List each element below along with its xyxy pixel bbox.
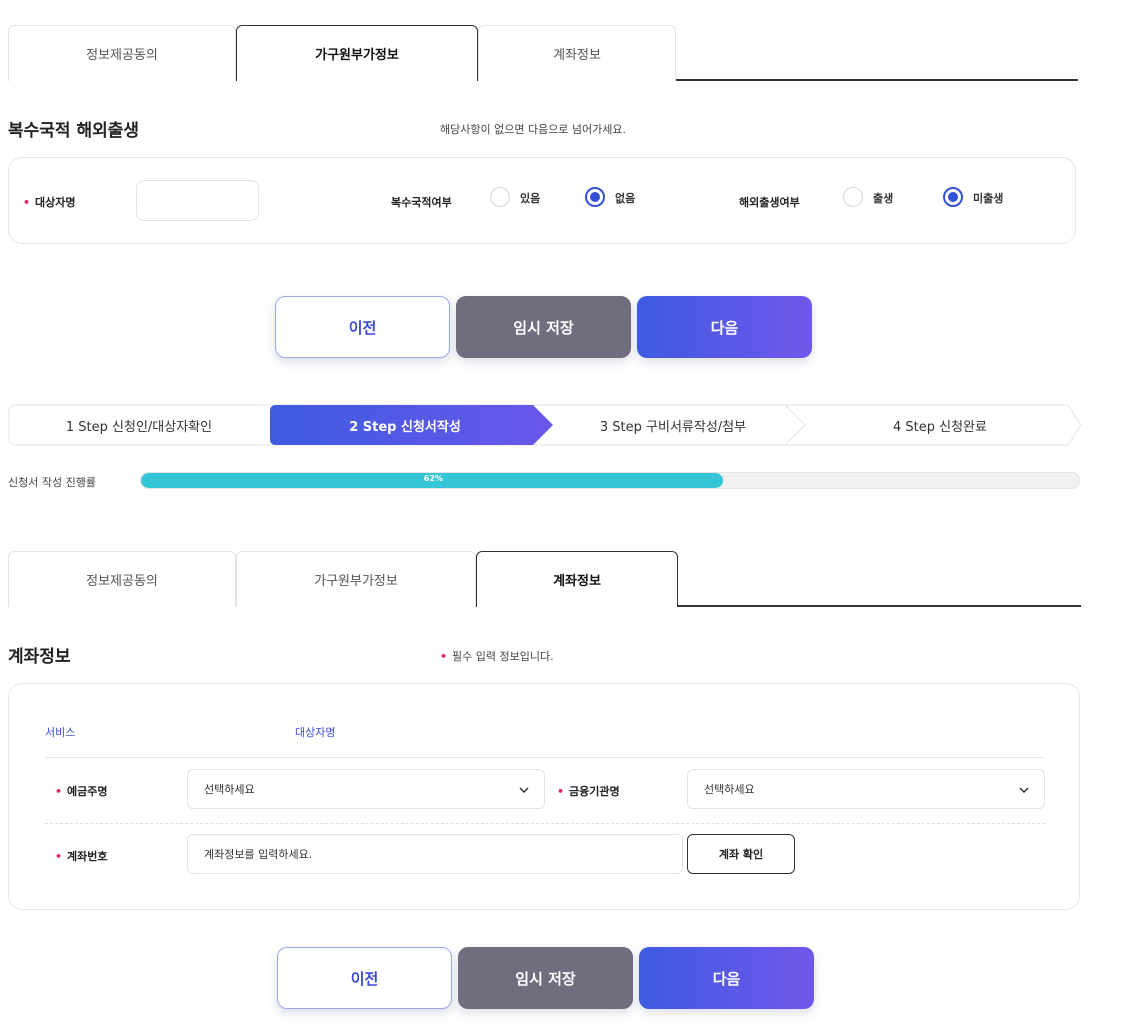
step-indicator: 1 Step 신청인/대상자확인 2 Step 신청서작성 3 Step 구비서… xyxy=(8,404,1082,446)
tab-label: 정보제공동의 xyxy=(86,574,158,589)
radio-multi-no[interactable] xyxy=(585,187,605,207)
prev-button[interactable]: 이전 xyxy=(277,947,452,1009)
required-dot-icon: • xyxy=(557,785,565,798)
radio-birth-not-born[interactable] xyxy=(943,187,963,207)
account-number-input[interactable]: 계좌정보를 입력하세요. xyxy=(187,834,683,874)
section-title-multi: 복수국적 해외출생 xyxy=(8,121,140,141)
tab-label: 가구원부가정보 xyxy=(314,574,398,589)
depositor-select[interactable]: 선택하세요 xyxy=(187,769,545,809)
next-button[interactable]: 다음 xyxy=(637,296,812,358)
target-name-label: • 대상자명 xyxy=(23,196,76,209)
tab-label: 가구원부가정보 xyxy=(315,48,399,63)
tab-household-info[interactable]: 가구원부가정보 xyxy=(236,25,478,83)
tab-consent[interactable]: 정보제공동의 xyxy=(8,25,236,81)
radio-label-multi-no: 없음 xyxy=(615,192,636,205)
next-button[interactable]: 다음 xyxy=(639,947,814,1009)
tab-label: 계좌정보 xyxy=(553,48,601,63)
divider xyxy=(45,757,1045,758)
progress-label: 신청서 작성 진행률 xyxy=(8,476,96,489)
step-4: 4 Step 신청완료 xyxy=(893,419,987,435)
chevron-down-icon xyxy=(1019,787,1029,794)
step-3: 3 Step 구비서류작성/첨부 xyxy=(599,419,747,435)
radio-label-multi-yes: 있음 xyxy=(520,192,541,205)
tabs-bottom: 정보제공동의 가구원부가정보 계좌정보 xyxy=(8,551,1081,609)
radio-label-birth-born: 출생 xyxy=(873,192,894,205)
radio-birth-born[interactable] xyxy=(843,187,863,207)
radio-multi-yes[interactable] xyxy=(490,187,510,207)
section-note-multi: 해당사항이 없으면 다음으로 넘어가세요. xyxy=(440,123,627,136)
account-number-label: • 계좌번호 xyxy=(55,850,108,863)
target-name-input[interactable] xyxy=(136,180,259,221)
temp-save-button[interactable]: 임시 저장 xyxy=(456,296,631,358)
overseas-birth-label: 해외출생여부 xyxy=(739,196,800,209)
tab-label: 계좌정보 xyxy=(553,574,601,589)
multi-nationality-card: • 대상자명 복수국적여부 있음 없음 해외출생여부 출생 미출생 xyxy=(8,157,1076,244)
temp-save-button[interactable]: 임시 저장 xyxy=(458,947,633,1009)
required-dot-icon: • xyxy=(55,785,63,798)
section-title-account: 계좌정보 xyxy=(8,647,71,667)
tab-label: 정보제공동의 xyxy=(86,48,158,63)
progress-value: 62% xyxy=(423,474,443,483)
tab-consent[interactable]: 정보제공동의 xyxy=(8,551,236,607)
required-dot-icon: • xyxy=(23,196,31,209)
radio-label-birth-not-born: 미출생 xyxy=(973,192,1004,205)
tab-account-info[interactable]: 계좌정보 xyxy=(478,25,676,81)
required-dot-icon: • xyxy=(440,650,448,663)
tab-household-info[interactable]: 가구원부가정보 xyxy=(236,551,476,607)
tabs-top: 정보제공동의 가구원부가정보 계좌정보 xyxy=(8,25,1078,83)
account-confirm-button[interactable]: 계좌 확인 xyxy=(687,834,795,874)
required-dot-icon: • xyxy=(55,850,63,863)
multi-nationality-label: 복수국적여부 xyxy=(391,196,452,209)
chevron-down-icon xyxy=(519,787,529,794)
tab-account-info[interactable]: 계좌정보 xyxy=(476,551,678,609)
bank-label: • 금융기관명 xyxy=(557,785,620,798)
divider-dashed xyxy=(45,823,1045,824)
column-service: 서비스 xyxy=(45,726,76,739)
depositor-label: • 예금주명 xyxy=(55,785,108,798)
section-note-account: • 필수 입력 정보입니다. xyxy=(440,650,554,663)
step-2-active: 2 Step 신청서작성 xyxy=(349,419,461,435)
bank-select[interactable]: 선택하세요 xyxy=(687,769,1045,809)
step-1: 1 Step 신청인/대상자확인 xyxy=(65,419,213,435)
prev-button[interactable]: 이전 xyxy=(275,296,450,358)
column-target-name: 대상자명 xyxy=(295,726,336,739)
progress-bar: 62% xyxy=(140,472,1080,489)
account-card: 서비스 대상자명 • 예금주명 선택하세요 • 금융기관명 선택하세요 • 계좌번호 … xyxy=(8,683,1080,910)
